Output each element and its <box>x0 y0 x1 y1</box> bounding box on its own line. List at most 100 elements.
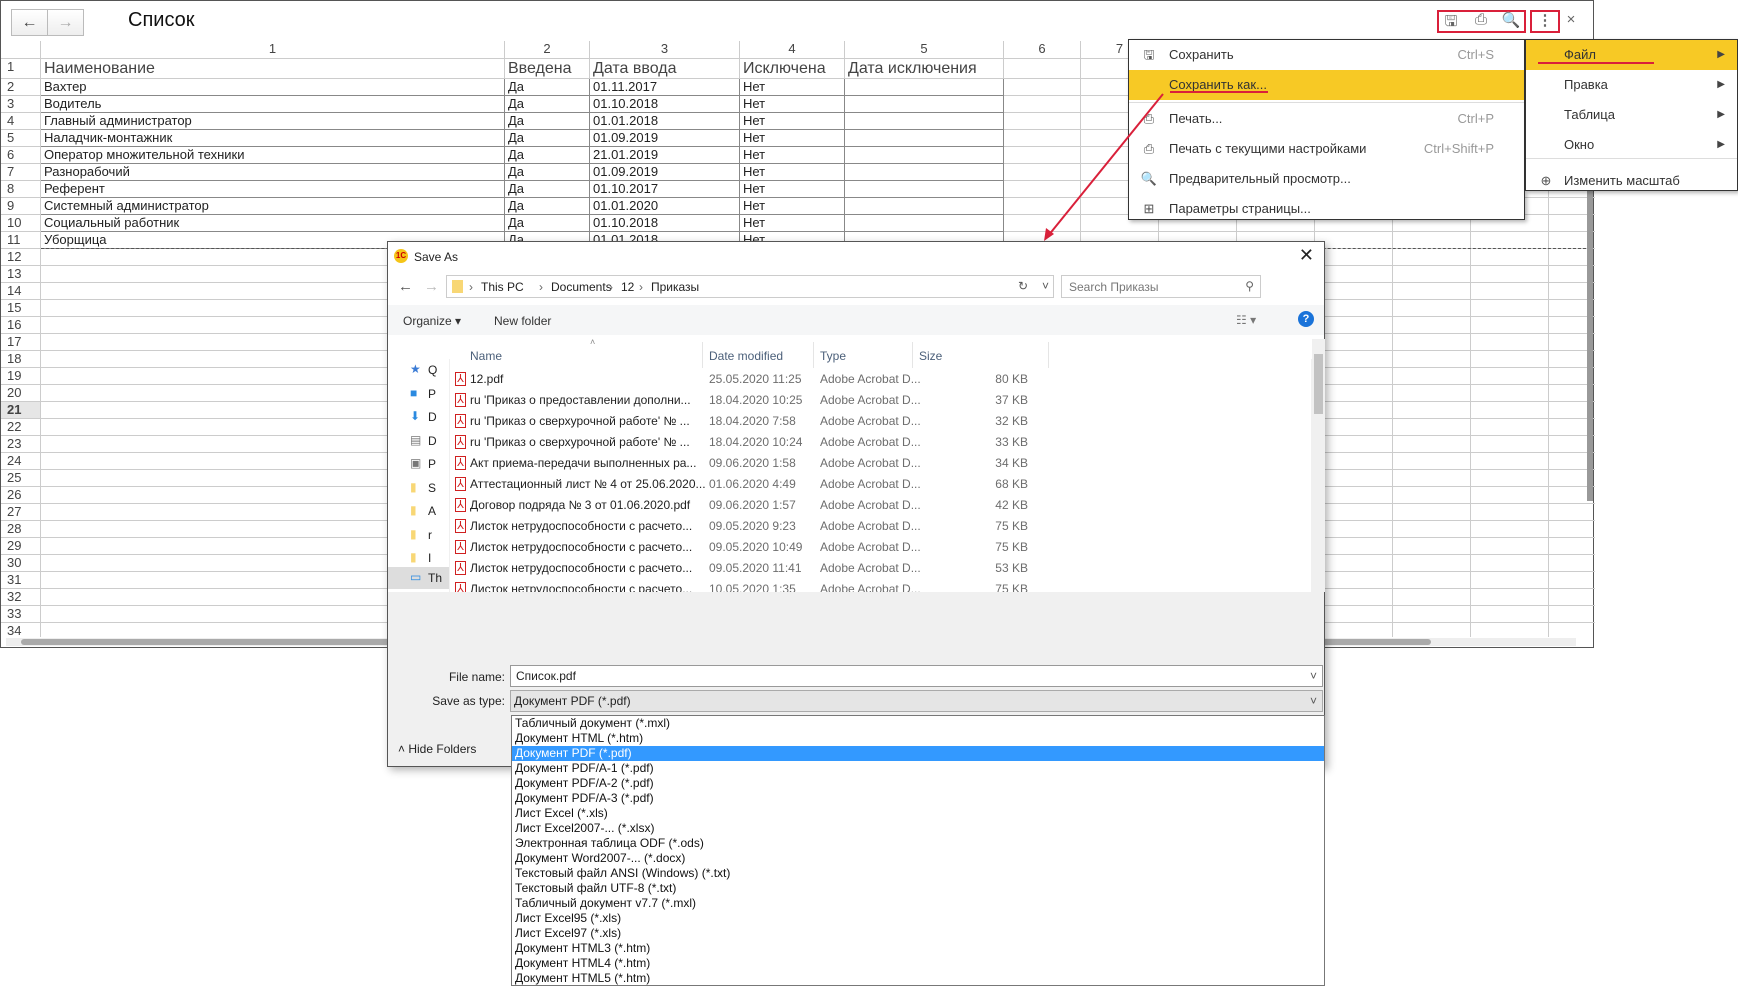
row-header[interactable]: 23 <box>1 436 41 453</box>
row-header[interactable]: 3 <box>1 96 41 113</box>
column-divider[interactable] <box>813 342 814 368</box>
table-cell[interactable]: Да <box>505 113 590 130</box>
hide-folders-button[interactable]: ˄ Hide Folders <box>398 742 476 756</box>
column-header[interactable]: 6 <box>1004 41 1081 59</box>
back-icon[interactable]: ← <box>398 278 413 295</box>
help-icon[interactable]: ? <box>1298 311 1314 327</box>
table-cell[interactable] <box>1549 555 1595 572</box>
table-cell[interactable] <box>1315 368 1393 385</box>
table-cell[interactable] <box>1315 266 1393 283</box>
table-cell[interactable] <box>1471 504 1549 521</box>
table-cell[interactable]: Нет <box>740 79 845 96</box>
file-row[interactable]: ⅄ Листок нетрудоспособности с расчето... 0… <box>450 537 1310 558</box>
table-cell[interactable] <box>1471 351 1549 368</box>
row-header[interactable]: 16 <box>1 317 41 334</box>
table-cell[interactable]: Оператор множительной техники <box>41 147 505 164</box>
table-cell[interactable] <box>1315 538 1393 555</box>
table-cell[interactable] <box>1471 606 1549 623</box>
table-cell[interactable] <box>1315 606 1393 623</box>
column-header-date-modified[interactable]: Date modified <box>709 349 783 363</box>
row-header[interactable]: 13 <box>1 266 41 283</box>
column-header-type[interactable]: Type <box>820 349 846 363</box>
row-header[interactable]: 28 <box>1 521 41 538</box>
table-cell[interactable]: Референт <box>41 181 505 198</box>
table-cell[interactable]: 01.01.2018 <box>590 113 740 130</box>
save-type-dropdown-list[interactable]: Табличный документ (*.mxl) Документ HTML … <box>511 715 1325 986</box>
table-cell[interactable] <box>1004 215 1081 232</box>
nav-item[interactable]: ▮ A <box>388 500 449 522</box>
preview-icon[interactable]: 🔍 <box>1499 11 1523 31</box>
table-cell[interactable]: Нет <box>740 96 845 113</box>
table-cell[interactable] <box>1393 334 1471 351</box>
table-cell[interactable]: Да <box>505 198 590 215</box>
row-header[interactable]: 31 <box>1 572 41 589</box>
table-cell[interactable] <box>1549 623 1595 637</box>
table-cell[interactable] <box>1315 232 1393 249</box>
type-option[interactable]: Документ HTML4 (*.htm) <box>512 956 1324 971</box>
table-cell[interactable] <box>845 181 1004 198</box>
table-cell[interactable] <box>1393 249 1471 266</box>
row-header[interactable]: 5 <box>1 130 41 147</box>
table-cell[interactable] <box>1393 589 1471 606</box>
table-cell[interactable]: Разнорабочий <box>41 164 505 181</box>
table-cell[interactable]: Да <box>505 79 590 96</box>
header-cell[interactable] <box>1004 59 1081 79</box>
row-header[interactable]: 17 <box>1 334 41 351</box>
table-cell[interactable]: Нет <box>740 130 845 147</box>
table-cell[interactable] <box>845 147 1004 164</box>
table-cell[interactable] <box>1315 572 1393 589</box>
type-option[interactable]: Лист Excel97 (*.xls) <box>512 926 1324 941</box>
row-header[interactable]: 14 <box>1 283 41 300</box>
table-cell[interactable]: Да <box>505 164 590 181</box>
table-cell[interactable] <box>1315 487 1393 504</box>
table-cell[interactable] <box>1393 470 1471 487</box>
table-cell[interactable]: Да <box>505 181 590 198</box>
table-cell[interactable] <box>1315 453 1393 470</box>
type-option[interactable]: Табличный документ v7.7 (*.mxl) <box>512 896 1324 911</box>
refresh-icon[interactable]: ↻ <box>1018 279 1028 293</box>
file-row[interactable]: ⅄ Аттестационный лист № 4 от 25.06.2020..… <box>450 474 1310 495</box>
column-divider[interactable] <box>702 342 703 368</box>
table-cell[interactable] <box>1549 572 1595 589</box>
table-cell[interactable] <box>1471 589 1549 606</box>
nav-item[interactable]: ★ Q <box>388 359 449 381</box>
chevron-down-icon[interactable]: ˅ <box>1042 279 1049 293</box>
type-option[interactable]: Электронная таблица ODF (*.ods) <box>512 836 1324 851</box>
table-cell[interactable] <box>1471 402 1549 419</box>
row-header[interactable]: 11 <box>1 232 41 249</box>
table-cell[interactable] <box>1549 521 1595 538</box>
table-cell[interactable]: 01.01.2020 <box>590 198 740 215</box>
row-header[interactable]: 25 <box>1 470 41 487</box>
back-button[interactable]: ← <box>11 9 48 36</box>
table-cell[interactable] <box>1393 351 1471 368</box>
table-cell[interactable] <box>1471 300 1549 317</box>
table-cell[interactable]: Системный администратор <box>41 198 505 215</box>
table-cell[interactable]: Да <box>505 215 590 232</box>
table-cell[interactable] <box>1471 470 1549 487</box>
new-folder-button[interactable]: New folder <box>494 314 551 328</box>
table-cell[interactable] <box>845 130 1004 147</box>
table-cell[interactable]: Вахтер <box>41 79 505 96</box>
chevron-down-icon[interactable]: ˅ <box>1310 694 1317 708</box>
save-icon[interactable]: 🖫 <box>1439 11 1463 31</box>
table-cell[interactable] <box>1393 419 1471 436</box>
table-cell[interactable] <box>1549 504 1595 521</box>
table-cell[interactable]: Социальный работник <box>41 215 505 232</box>
menu-item-4[interactable]: ⎙ Печать с текущими настройками Ctrl+Shift… <box>1129 134 1524 164</box>
type-option[interactable]: Текстовый файл ANSI (Windows) (*.txt) <box>512 866 1324 881</box>
column-header-name[interactable]: Name <box>470 349 502 363</box>
table-cell[interactable] <box>1393 504 1471 521</box>
nav-item[interactable]: ▮ r <box>388 524 449 546</box>
row-header[interactable]: 22 <box>1 419 41 436</box>
file-row[interactable]: ⅄ Листок нетрудоспособности с расчето... 0… <box>450 516 1310 537</box>
table-cell[interactable]: Нет <box>740 215 845 232</box>
table-cell[interactable] <box>1393 266 1471 283</box>
type-option[interactable]: Документ HTML3 (*.htm) <box>512 941 1324 956</box>
dialog-close-button[interactable]: ✕ <box>1299 245 1314 266</box>
row-header[interactable]: 19 <box>1 368 41 385</box>
file-row[interactable]: ⅄ ru 'Приказ о предоставлении дополни... 1… <box>450 390 1310 411</box>
row-header[interactable]: 33 <box>1 606 41 623</box>
table-cell[interactable] <box>1393 232 1471 249</box>
header-cell[interactable]: Дата ввода <box>590 59 740 79</box>
table-cell[interactable] <box>1004 79 1081 96</box>
